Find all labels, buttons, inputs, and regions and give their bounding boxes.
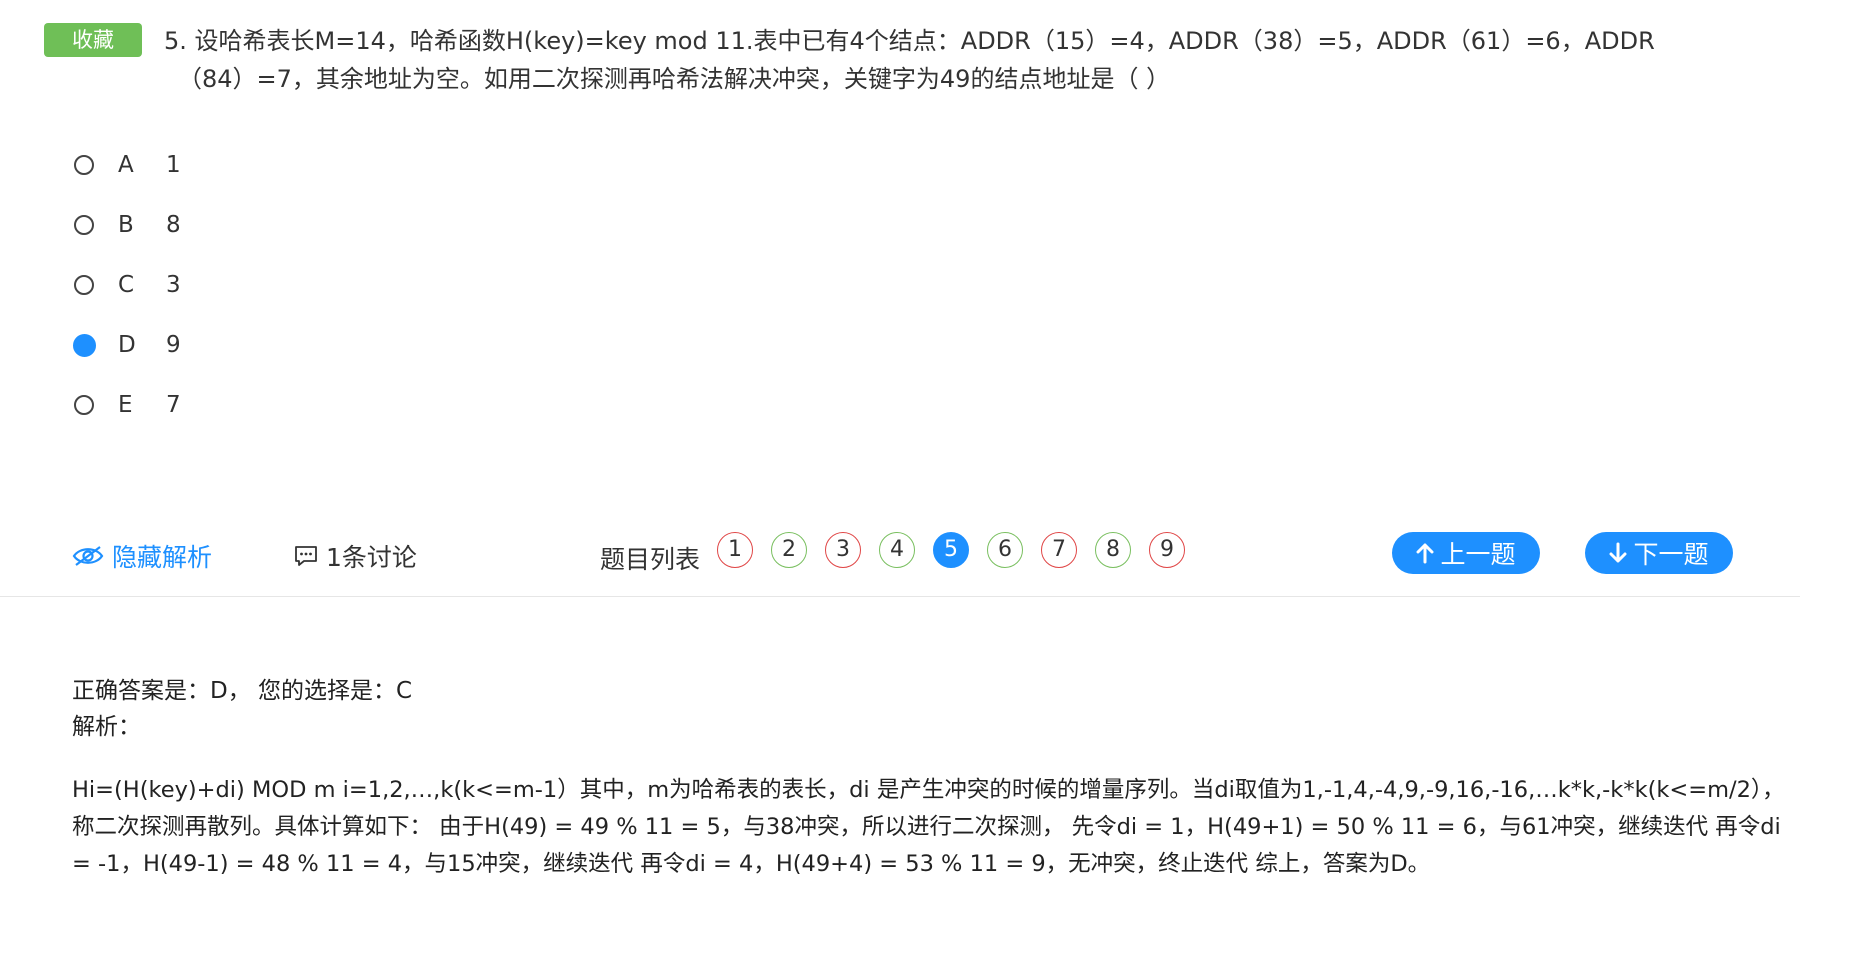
radio-icon[interactable]: [74, 155, 94, 175]
discussion-button[interactable]: 1条讨论: [294, 538, 417, 574]
question-number-2[interactable]: 2: [771, 532, 807, 568]
hide-analysis-button[interactable]: 隐藏解析: [72, 538, 212, 574]
discussion-label: 1条讨论: [326, 543, 417, 572]
option-value: 8: [166, 212, 181, 238]
option-value: 7: [166, 392, 181, 418]
result-section: 正确答案是：D， 您的选择是：C 解析：: [72, 673, 412, 745]
previous-label: 上一题: [1440, 540, 1516, 569]
option-value: 9: [166, 332, 181, 358]
analysis-label: 解析：: [72, 714, 141, 740]
radio-icon[interactable]: [74, 395, 94, 415]
option-letter: E: [118, 392, 133, 418]
question-number-5[interactable]: 5: [933, 532, 969, 568]
next-question-button[interactable]: 下一题: [1585, 532, 1733, 574]
previous-question-button[interactable]: 上一题: [1392, 532, 1540, 574]
question-list-label: 题目列表: [600, 545, 701, 574]
option-letter: A: [118, 152, 134, 178]
radio-checked-icon[interactable]: [72, 333, 96, 357]
eye-icon: [72, 546, 104, 566]
option-value: 1: [166, 152, 181, 178]
option-e[interactable]: E 7: [74, 375, 181, 435]
question-number-list: 1 2 3 4 5 6 7 8 9: [717, 532, 1203, 568]
option-letter: B: [118, 212, 134, 238]
question-number-4[interactable]: 4: [879, 532, 915, 568]
divider: [0, 596, 1800, 597]
option-letter: C: [118, 272, 135, 298]
question-number-7[interactable]: 7: [1041, 532, 1077, 568]
favorite-button[interactable]: 收藏: [44, 23, 142, 57]
option-value: 3: [166, 272, 181, 298]
arrow-down-icon: [1609, 542, 1627, 563]
option-a[interactable]: A 1: [74, 135, 181, 195]
answer-line: 正确答案是：D， 您的选择是：C: [72, 678, 413, 704]
question-number-6[interactable]: 6: [987, 532, 1023, 568]
question-number-9[interactable]: 9: [1149, 532, 1185, 568]
question-number-3[interactable]: 3: [825, 532, 861, 568]
arrow-up-icon: [1416, 543, 1434, 564]
hide-analysis-label: 隐藏解析: [112, 543, 213, 572]
option-d[interactable]: D 9: [72, 315, 181, 375]
options-list: A 1 B 8 C 3 D 9 E 7: [72, 135, 181, 435]
radio-icon[interactable]: [74, 275, 94, 295]
question-line-1: 5. 设哈希表长M=14，哈希函数H(key)=key mod 11.表中已有4…: [164, 27, 1655, 55]
radio-icon[interactable]: [74, 215, 94, 235]
question-toolbar: 隐藏解析 1条讨论 题目列表 1 2 3 4 5 6 7 8 9 上一题 下一题: [0, 528, 1810, 588]
option-letter: D: [118, 332, 136, 358]
next-label: 下一题: [1633, 540, 1709, 569]
explanation-text: Hi=(H(key)+di) MOD m i=1,2,…,k(k<=m-1）其中…: [72, 777, 1785, 877]
option-b[interactable]: B 8: [74, 195, 181, 255]
question-line-2: （84）=7，其余地址为空。如用二次探测再哈希法解决冲突，关键字为49的结点地址…: [178, 65, 1171, 93]
question-number-1[interactable]: 1: [717, 532, 753, 568]
comment-icon: [295, 546, 317, 566]
question-number-8[interactable]: 8: [1095, 532, 1131, 568]
question-text: 5. 设哈希表长M=14，哈希函数H(key)=key mod 11.表中已有4…: [164, 22, 1724, 98]
option-c[interactable]: C 3: [74, 255, 181, 315]
